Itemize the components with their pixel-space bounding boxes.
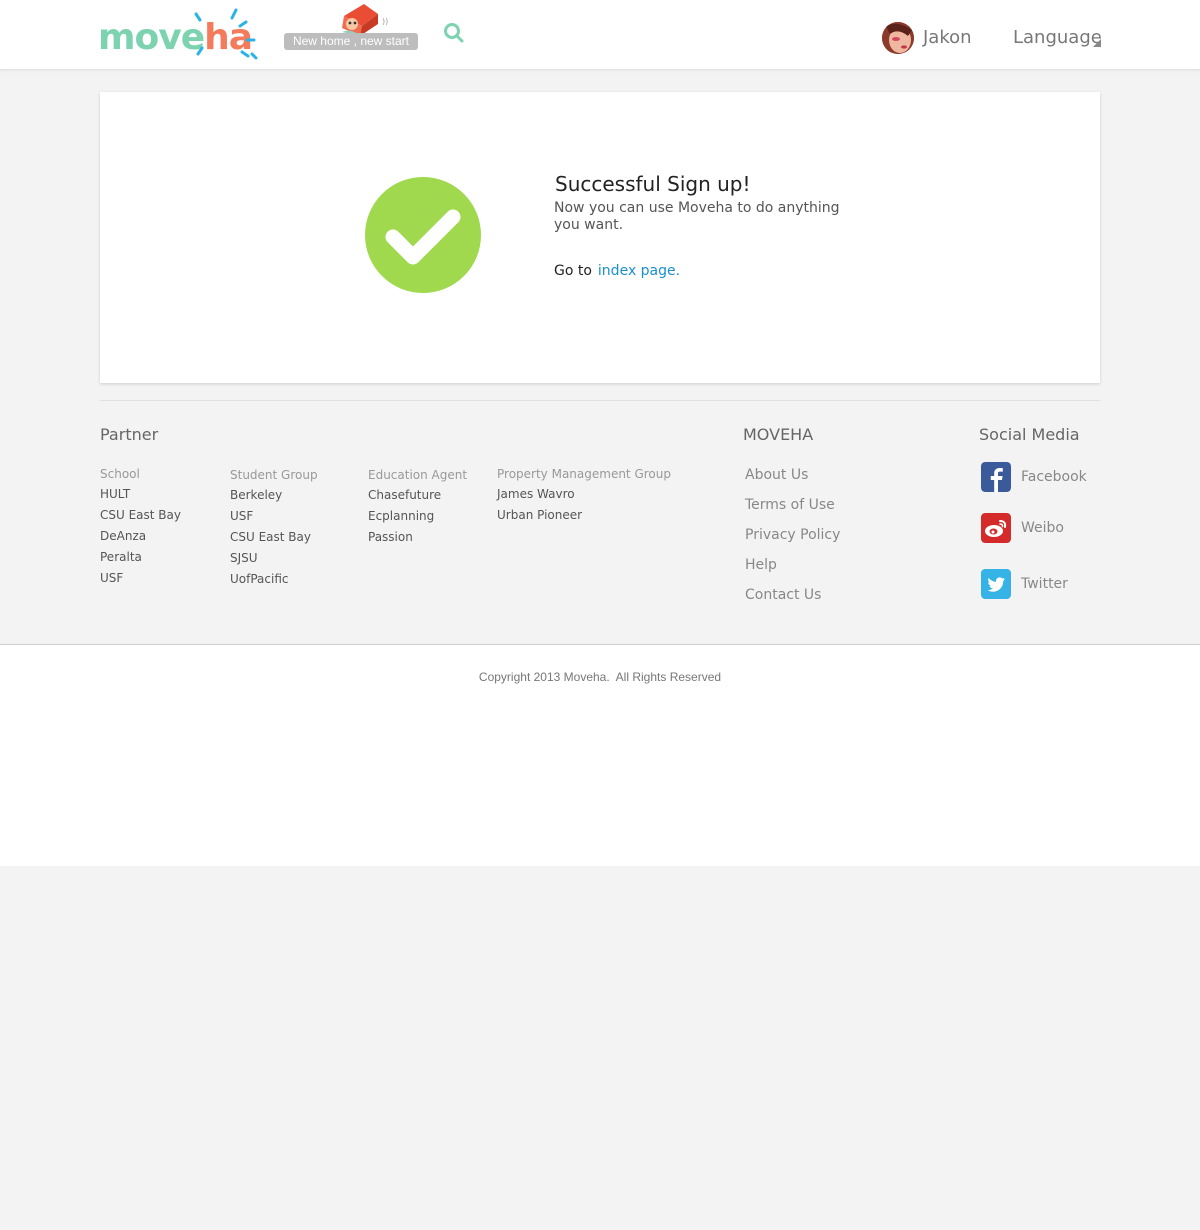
social-media-title: Social Media <box>979 425 1080 444</box>
goto-prefix: Go to <box>554 263 592 279</box>
weibo-icon <box>981 513 1011 543</box>
tagline-badge: New home , new start <box>284 33 418 50</box>
partner-link[interactable]: USF <box>100 568 181 589</box>
partner-link[interactable]: CSU East Bay <box>230 527 311 548</box>
avatar[interactable] <box>882 22 914 54</box>
success-check-icon <box>365 177 481 293</box>
success-title: Successful Sign up! <box>555 172 751 196</box>
partner-link[interactable]: James Wavro <box>497 484 582 505</box>
language-selector[interactable]: Language <box>1013 27 1102 49</box>
weibo-link[interactable]: Weibo <box>981 513 1101 543</box>
username-link[interactable]: Jakon <box>923 27 972 49</box>
partner-col-heading: School <box>100 467 140 481</box>
partner-title: Partner <box>100 425 159 444</box>
moveha-logo[interactable]: moveha <box>98 8 266 64</box>
partner-col-heading: Student Group <box>230 468 318 482</box>
moveha-links: About Us Terms of Use Privacy Policy Hel… <box>745 463 840 613</box>
partner-link[interactable]: HULT <box>100 484 181 505</box>
partner-link[interactable]: CSU East Bay <box>100 505 181 526</box>
moveha-section-title: MOVEHA <box>743 425 814 444</box>
partner-link[interactable]: Ecplanning <box>368 506 441 527</box>
partner-education-agent-list: Chasefuture Ecplanning Passion <box>368 485 441 548</box>
partner-link[interactable]: Chasefuture <box>368 485 441 506</box>
twitter-link[interactable]: Twitter <box>981 569 1101 599</box>
partner-link[interactable]: Peralta <box>100 547 181 568</box>
partner-link[interactable]: DeAnza <box>100 526 181 547</box>
partner-student-group-list: Berkeley USF CSU East Bay SJSU UofPacifi… <box>230 485 311 590</box>
partner-school-list: HULT CSU East Bay DeAnza Peralta USF <box>100 484 181 589</box>
terms-of-use-link[interactable]: Terms of Use <box>745 493 840 523</box>
top-navbar: moveha )) New home , new start Jakon Lan… <box>0 0 1200 70</box>
svg-text:)): )) <box>382 17 388 26</box>
contact-us-link[interactable]: Contact Us <box>745 583 840 613</box>
index-page-link[interactable]: index page. <box>598 263 680 279</box>
signup-success-card: Successful Sign up! Now you can use Move… <box>100 92 1100 383</box>
facebook-link[interactable]: Facebook <box>981 462 1101 492</box>
partner-link[interactable]: UofPacific <box>230 569 311 590</box>
partner-link[interactable]: SJSU <box>230 548 311 569</box>
twitter-icon <box>981 569 1011 599</box>
search-icon[interactable] <box>443 22 465 44</box>
facebook-icon <box>981 462 1011 492</box>
footer-bottom: Copyright 2013 Moveha. All Rights Reserv… <box>0 644 1200 866</box>
weibo-label: Weibo <box>1021 520 1064 536</box>
partner-col-heading: Property Management Group <box>497 467 671 481</box>
copyright-text: Copyright 2013 Moveha. All Rights Reserv… <box>478 670 722 684</box>
partner-link[interactable]: Urban Pioneer <box>497 505 582 526</box>
goto-line: Go to index page. <box>554 262 680 280</box>
partner-col-heading: Education Agent <box>368 468 468 482</box>
partner-link[interactable]: USF <box>230 506 311 527</box>
partner-property-group-list: James Wavro Urban Pioneer <box>497 484 582 526</box>
footer-divider <box>100 400 1100 401</box>
partner-link[interactable]: Berkeley <box>230 485 311 506</box>
partner-link[interactable]: Passion <box>368 527 441 548</box>
about-us-link[interactable]: About Us <box>745 463 840 493</box>
twitter-label: Twitter <box>1021 576 1068 592</box>
logo-rays-icon <box>194 8 258 60</box>
caret-down-icon[interactable] <box>1093 39 1101 47</box>
success-message: Now you can use Moveha to do anything yo… <box>554 200 840 233</box>
facebook-label: Facebook <box>1021 469 1087 485</box>
help-link[interactable]: Help <box>745 553 840 583</box>
privacy-policy-link[interactable]: Privacy Policy <box>745 523 840 553</box>
